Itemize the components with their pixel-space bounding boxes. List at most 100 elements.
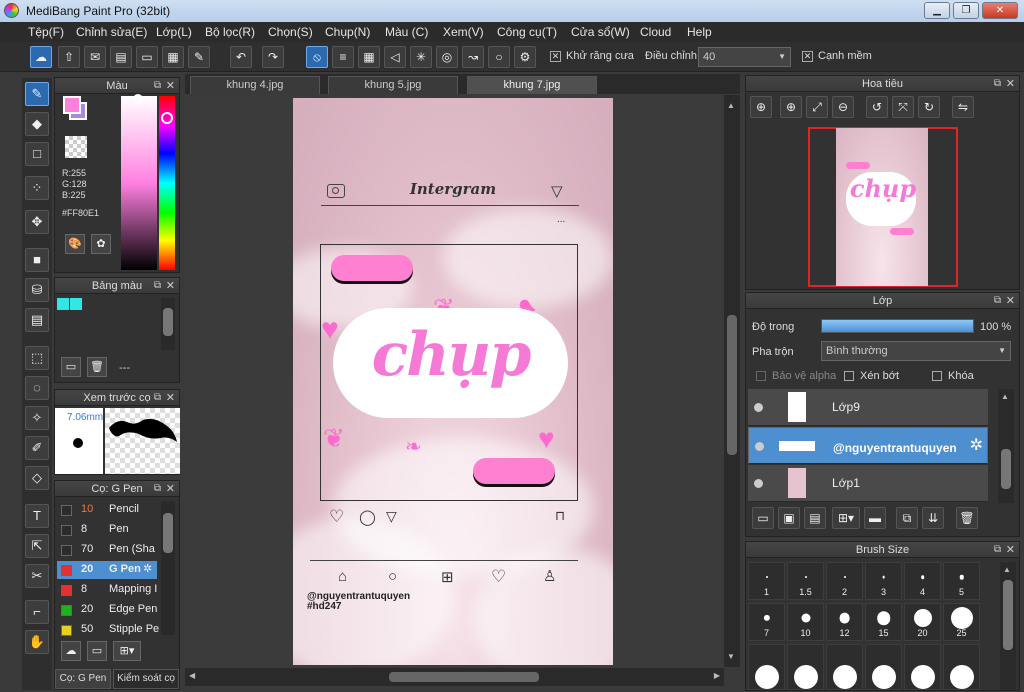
- select-rect-tool-icon[interactable]: ⬚: [25, 346, 49, 370]
- bucket-tool-icon[interactable]: ⛁: [25, 278, 49, 302]
- brush-size-cell[interactable]: 20: [904, 603, 941, 641]
- snap-circle-icon[interactable]: ◎: [436, 46, 458, 68]
- rect-tool-icon[interactable]: □: [25, 142, 49, 166]
- menu-filter[interactable]: Bộ lọc(R): [205, 25, 255, 39]
- tab-khung-7[interactable]: khung 7.jpg: [467, 76, 597, 94]
- brush-size-cell[interactable]: 2: [826, 562, 863, 600]
- antialias-checkbox[interactable]: ✕: [550, 51, 561, 62]
- layer-scrollbar[interactable]: ▲: [998, 389, 1014, 503]
- new-halftone-layer-icon[interactable]: ▣: [778, 507, 800, 529]
- close-icon[interactable]: ✕: [166, 78, 175, 94]
- trash-icon[interactable]: 🗑: [87, 357, 107, 377]
- snap-perspective-icon[interactable]: ◁: [384, 46, 406, 68]
- brush-size-cell[interactable]: 15: [865, 603, 902, 641]
- eye-icon[interactable]: [754, 403, 763, 412]
- palette-icon[interactable]: 🎨: [65, 234, 85, 254]
- menu-color[interactable]: Màu (C): [385, 25, 428, 39]
- move-tool-icon[interactable]: ✥: [25, 210, 49, 234]
- gear-icon[interactable]: ✲: [143, 562, 152, 575]
- menu-help[interactable]: Help: [687, 25, 712, 39]
- dot-tool-icon[interactable]: ⁘: [25, 176, 49, 200]
- close-icon[interactable]: ✕: [1006, 293, 1015, 309]
- gear-icon[interactable]: ✲: [970, 437, 983, 455]
- soft-edge-checkbox[interactable]: ✕: [802, 51, 813, 62]
- brush-item-g-pen[interactable]: 20 G Pen ✲: [57, 561, 157, 579]
- eyedropper-tool-icon[interactable]: ⌐: [25, 600, 49, 624]
- brush-size-cell[interactable]: 25: [943, 603, 980, 641]
- popout-icon[interactable]: ⧉: [994, 76, 1001, 92]
- opacity-slider[interactable]: [821, 319, 974, 333]
- canvas-vscrollbar[interactable]: ▲ ▼: [724, 95, 740, 667]
- share-icon[interactable]: ⇧: [58, 46, 80, 68]
- menu-file[interactable]: Tệp(F): [28, 25, 64, 39]
- snap-off-icon[interactable]: ⦸: [306, 46, 328, 68]
- tab-khung-5[interactable]: khung 5.jpg: [328, 76, 458, 94]
- divide-tool-icon[interactable]: ✂: [25, 564, 49, 588]
- new-palette-icon[interactable]: ▭: [61, 357, 81, 377]
- new-8bit-layer-icon[interactable]: ▤: [804, 507, 826, 529]
- undo-icon[interactable]: ↶: [230, 46, 252, 68]
- add-brush-menu-icon[interactable]: ⊞▾: [113, 641, 141, 661]
- saturation-field[interactable]: [121, 96, 157, 270]
- comment-icon[interactable]: ✉: [84, 46, 106, 68]
- clip-checkbox[interactable]: [844, 371, 854, 381]
- protect-alpha-checkbox[interactable]: [756, 371, 766, 381]
- operation-tool-icon[interactable]: ⇱: [25, 534, 49, 558]
- brush-list-scrollbar[interactable]: [161, 501, 175, 635]
- add-layer-menu-icon[interactable]: ⊞▾: [832, 507, 860, 529]
- eye-icon[interactable]: [755, 442, 764, 451]
- palette-scrollbar[interactable]: [161, 298, 175, 350]
- lasso-tool-icon[interactable]: ◌: [25, 376, 49, 400]
- correction-select[interactable]: 40 ▼: [698, 47, 791, 67]
- palette-swatch[interactable]: [57, 298, 69, 310]
- brush-size-cell[interactable]: 4: [904, 562, 941, 600]
- brush-size-cell[interactable]: 7: [748, 603, 785, 641]
- popout-icon[interactable]: ⧉: [154, 278, 161, 294]
- flip-icon[interactable]: ⇋: [952, 96, 974, 118]
- close-icon[interactable]: ✕: [1006, 76, 1015, 92]
- brush-size-cell[interactable]: 5: [943, 562, 980, 600]
- brush-size-cell[interactable]: [943, 644, 980, 690]
- menu-edit[interactable]: Chỉnh sửa(E): [76, 25, 147, 39]
- rotate-left-icon[interactable]: ↺: [866, 96, 888, 118]
- color-settings-icon[interactable]: ✿: [91, 234, 111, 254]
- redo-icon[interactable]: ↷: [262, 46, 284, 68]
- brush-size-scrollbar[interactable]: ▲: [1000, 562, 1016, 690]
- brush-size-cell[interactable]: 3: [865, 562, 902, 600]
- tab-brush-control[interactable]: Kiểm soát cọ: [113, 669, 179, 689]
- menu-tools[interactable]: Công cụ(T): [497, 25, 557, 39]
- blend-mode-select[interactable]: Bình thường ▼: [821, 341, 1011, 361]
- brush-item-mapping[interactable]: 8 Mapping I: [57, 581, 157, 599]
- canvas-hscrollbar[interactable]: ◀ ▶: [185, 668, 724, 686]
- fill-rect-tool-icon[interactable]: ■: [25, 248, 49, 272]
- cloud-icon[interactable]: ☁: [30, 46, 52, 68]
- close-icon[interactable]: ✕: [166, 278, 175, 294]
- tab-khung-4[interactable]: khung 4.jpg: [190, 76, 320, 94]
- zoom-out-icon[interactable]: ⊖: [832, 96, 854, 118]
- edit-page-icon[interactable]: ✎: [188, 46, 210, 68]
- fit-icon[interactable]: ⤢: [806, 96, 828, 118]
- brush-size-cell[interactable]: 1: [748, 562, 785, 600]
- snap-parallel-icon[interactable]: ≡: [332, 46, 354, 68]
- pages-icon[interactable]: ▦: [162, 46, 184, 68]
- popout-icon[interactable]: ⧉: [994, 542, 1001, 558]
- popout-icon[interactable]: ⧉: [154, 78, 161, 94]
- new-brush-icon[interactable]: ▭: [87, 641, 107, 661]
- select-eraser-tool-icon[interactable]: ◇: [25, 466, 49, 490]
- brush-size-cell[interactable]: 10: [787, 603, 824, 641]
- menu-cloud[interactable]: Cloud: [640, 25, 671, 39]
- palette-swatch[interactable]: [70, 298, 82, 310]
- brush-size-cell[interactable]: 1.5: [787, 562, 824, 600]
- folder-icon[interactable]: ▬: [864, 507, 886, 529]
- merge-layer-icon[interactable]: ⇊: [922, 507, 944, 529]
- gradient-tool-icon[interactable]: ▤: [25, 308, 49, 332]
- brush-size-cell[interactable]: [826, 644, 863, 690]
- eye-icon[interactable]: [754, 479, 763, 488]
- primary-color-swatch[interactable]: [63, 96, 81, 114]
- document-canvas[interactable]: Intergram ▽ ... ♥ ❦ ❥ ❦ ♥ ❧ chụp ♡ ◯ ▽ ⊓…: [293, 98, 613, 665]
- close-icon[interactable]: ✕: [1006, 542, 1015, 558]
- menu-snap[interactable]: Chụp(N): [325, 25, 370, 39]
- select-pen-tool-icon[interactable]: ✐: [25, 436, 49, 460]
- popout-icon[interactable]: ⧉: [994, 293, 1001, 309]
- brush-size-cell[interactable]: [904, 644, 941, 690]
